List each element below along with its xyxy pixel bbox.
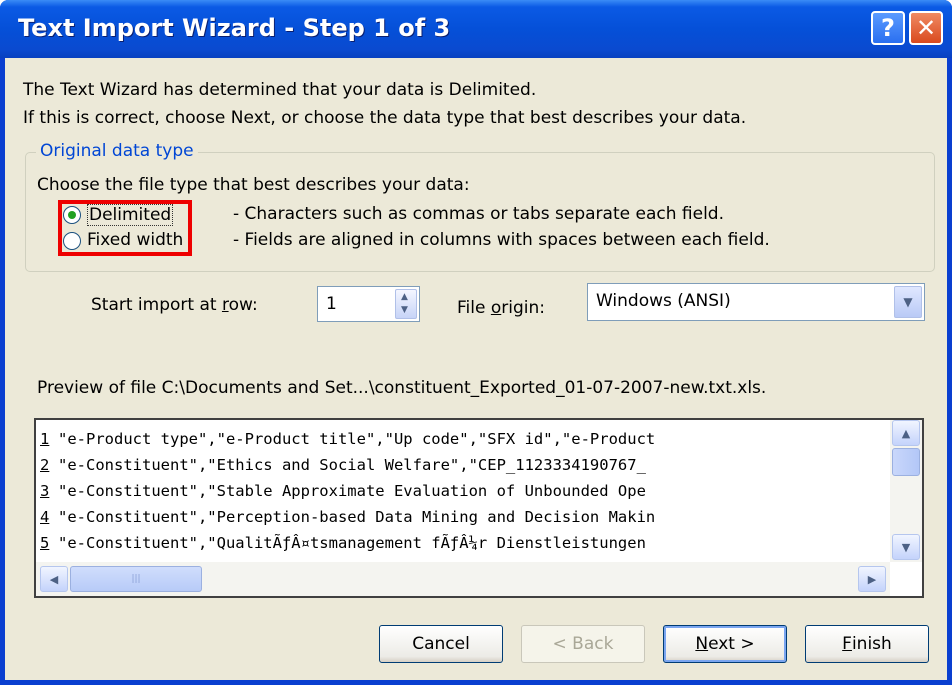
red-highlight-box xyxy=(58,200,192,256)
intro-line-1: The Text Wizard has determined that your… xyxy=(23,80,537,100)
spinner-buttons[interactable]: ▲ ▼ xyxy=(395,289,417,319)
text-import-wizard-window: Text Import Wizard - Step 1 of 3 ? ✕ The… xyxy=(0,0,952,685)
help-button[interactable]: ? xyxy=(871,11,905,45)
preview-row-text: "e-Constituent","Stable Approximate Eval… xyxy=(58,482,646,500)
start-row-value: 1 xyxy=(326,294,337,314)
vertical-scrollbar[interactable]: ▲ ▼ xyxy=(890,420,922,562)
preview-row-number: 3 xyxy=(40,482,50,500)
scroll-down-icon[interactable]: ▼ xyxy=(892,534,920,560)
preview-row-number: 2 xyxy=(40,456,50,474)
preview-caption: Preview of file C:\Documents and Set...\… xyxy=(37,378,767,398)
preview-row-number: 1 xyxy=(40,430,50,448)
vertical-scroll-thumb[interactable] xyxy=(892,448,920,476)
preview-row: 2 "e-Constituent","Ethics and Social Welf… xyxy=(40,456,646,480)
preview-row: 3 "e-Constituent","Stable Approximate Eva… xyxy=(40,482,646,506)
scroll-left-icon[interactable]: ◀ xyxy=(40,566,68,592)
fixed-width-description: - Fields are aligned in columns with spa… xyxy=(233,230,770,250)
group-legend: Original data type xyxy=(36,141,198,161)
delimited-description: - Characters such as commas or tabs sepa… xyxy=(233,204,724,224)
horizontal-scrollbar[interactable]: ◀ ||| ▶ xyxy=(36,562,890,596)
intro-line-2: If this is correct, choose Next, or choo… xyxy=(23,108,747,128)
start-row-spinner[interactable]: 1 ▲ ▼ xyxy=(317,286,420,322)
scroll-right-icon[interactable]: ▶ xyxy=(858,566,886,592)
preview-row: 4 "e-Constituent","Perception-based Data … xyxy=(40,508,655,532)
preview-row-text: "e-Product type","e-Product title","Up c… xyxy=(58,430,656,448)
preview-content: 1 "e-Product type","e-Product title","Up … xyxy=(36,420,890,562)
next-button[interactable]: Next > xyxy=(663,625,787,663)
title-bar[interactable]: Text Import Wizard - Step 1 of 3 ? ✕ xyxy=(0,0,952,58)
window-title: Text Import Wizard - Step 1 of 3 xyxy=(18,14,451,42)
horizontal-scroll-thumb[interactable]: ||| xyxy=(70,566,202,592)
spin-down-icon[interactable]: ▼ xyxy=(401,305,408,315)
spin-up-icon[interactable]: ▲ xyxy=(401,292,408,302)
preview-row: 5 "e-Constituent","QualitÃƒÂ¤tsmanagement… xyxy=(40,534,646,558)
file-origin-select[interactable]: Windows (ANSI) ▼ xyxy=(587,283,925,321)
preview-row-text: "e-Constituent","QualitÃƒÂ¤tsmanagement … xyxy=(58,534,646,552)
preview-row-number: 4 xyxy=(40,508,50,526)
chevron-down-icon[interactable]: ▼ xyxy=(894,286,922,318)
preview-row: 1 "e-Product type","e-Product title","Up … xyxy=(40,430,655,454)
cancel-button[interactable]: Cancel xyxy=(379,625,503,663)
preview-row-text: "e-Constituent","Perception-based Data M… xyxy=(58,508,656,526)
start-row-label: Start import at row: xyxy=(91,295,258,315)
file-type-prompt: Choose the file type that best describes… xyxy=(37,175,470,195)
file-origin-label: File origin: xyxy=(457,298,545,318)
close-button[interactable]: ✕ xyxy=(909,11,943,45)
preview-row-number: 5 xyxy=(40,534,50,552)
scroll-up-icon[interactable]: ▲ xyxy=(892,420,920,446)
preview-row-text: "e-Constituent","Ethics and Social Welfa… xyxy=(58,456,646,474)
back-button[interactable]: < Back xyxy=(521,625,645,663)
dialog-body: The Text Wizard has determined that your… xyxy=(5,58,947,680)
preview-pane[interactable]: 1 "e-Product type","e-Product title","Up … xyxy=(34,418,924,598)
finish-button[interactable]: Finish xyxy=(805,625,929,663)
file-origin-value: Windows (ANSI) xyxy=(596,291,731,311)
